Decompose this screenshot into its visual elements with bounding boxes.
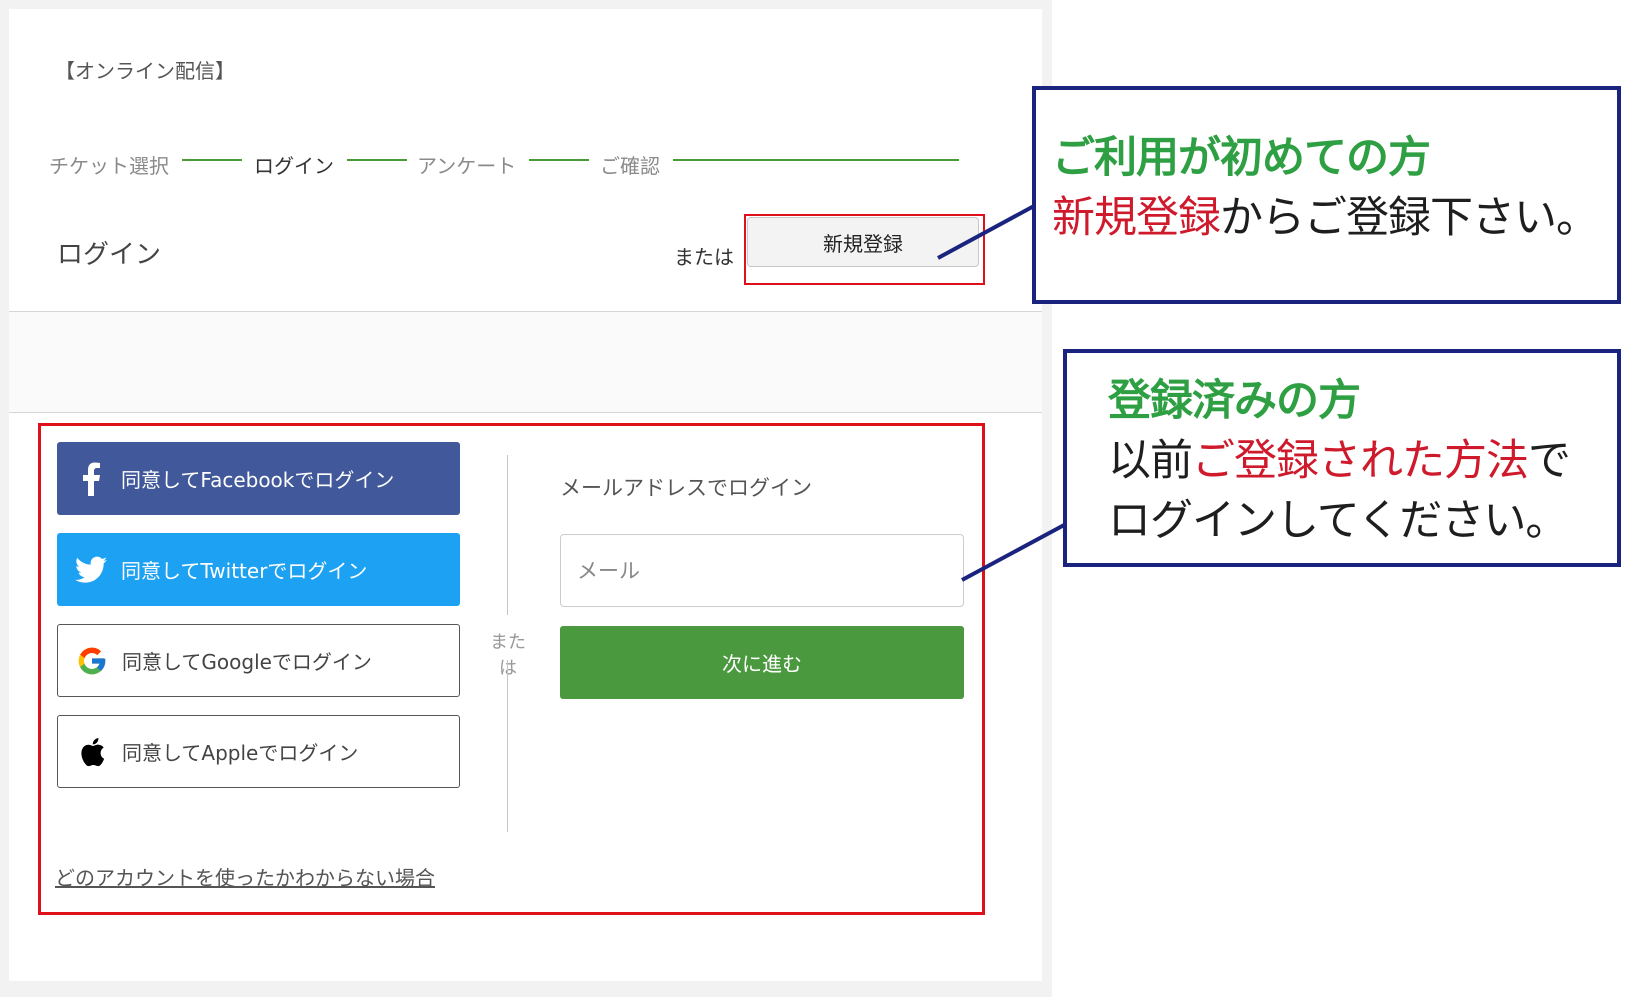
step-connector: [347, 159, 407, 161]
or-label: または: [674, 245, 734, 269]
apple-login-button[interactable]: 同意してAppleでログイン: [57, 715, 460, 788]
google-login-button[interactable]: 同意してGoogleでログイン: [57, 624, 460, 697]
step-confirm: ご確認: [600, 154, 660, 178]
forgot-account-link[interactable]: どのアカウントを使ったかわからない場合: [55, 862, 435, 891]
step-connector: [673, 159, 959, 161]
email-field[interactable]: [560, 534, 964, 607]
step-ticket-selection: チケット選択: [49, 154, 169, 178]
google-login-label: 同意してGoogleでログイン: [122, 650, 372, 674]
new-user-callout: ご利用が初めての方 新規登録からご登録下さい。: [1032, 86, 1621, 304]
facebook-login-label: 同意してFacebookでログイン: [121, 468, 395, 492]
twitter-icon: [71, 556, 111, 584]
registered-user-callout-text: 以前ご登録された方法で: [1108, 436, 1571, 486]
apple-login-label: 同意してAppleでログイン: [122, 741, 359, 765]
screenshot-area: 【オンライン配信】 チケット選択 ログイン アンケート ご確認 ログイン または…: [0, 0, 1052, 997]
divider-or-label: または: [490, 632, 526, 679]
step-login: ログイン: [254, 154, 334, 178]
facebook-icon: [71, 462, 111, 496]
step-survey: アンケート: [417, 154, 517, 178]
new-user-callout-title: ご利用が初めての方: [1052, 133, 1431, 183]
step-connector: [182, 159, 242, 161]
login-heading: ログイン: [57, 240, 162, 270]
register-highlight-box: [744, 214, 985, 285]
step-connector: [529, 159, 589, 161]
twitter-login-label: 同意してTwitterでログイン: [121, 559, 368, 583]
google-icon: [72, 645, 112, 677]
twitter-login-button[interactable]: 同意してTwitterでログイン: [57, 533, 460, 606]
facebook-login-button[interactable]: 同意してFacebookでログイン: [57, 442, 460, 515]
registered-user-callout-title: 登録済みの方: [1108, 376, 1361, 426]
registered-user-callout: 登録済みの方 以前ご登録された方法で ログインしてください。: [1063, 349, 1621, 567]
email-login-heading: メールアドレスでログイン: [560, 476, 812, 500]
registered-user-callout-text-2: ログインしてください。: [1108, 496, 1568, 546]
vertical-divider: [507, 455, 508, 615]
apple-icon: [72, 736, 112, 768]
event-title: 【オンライン配信】: [55, 59, 235, 83]
new-user-callout-text: 新規登録からご登録下さい。: [1052, 193, 1599, 243]
vertical-divider: [507, 660, 508, 832]
next-button[interactable]: 次に進む: [560, 626, 964, 699]
